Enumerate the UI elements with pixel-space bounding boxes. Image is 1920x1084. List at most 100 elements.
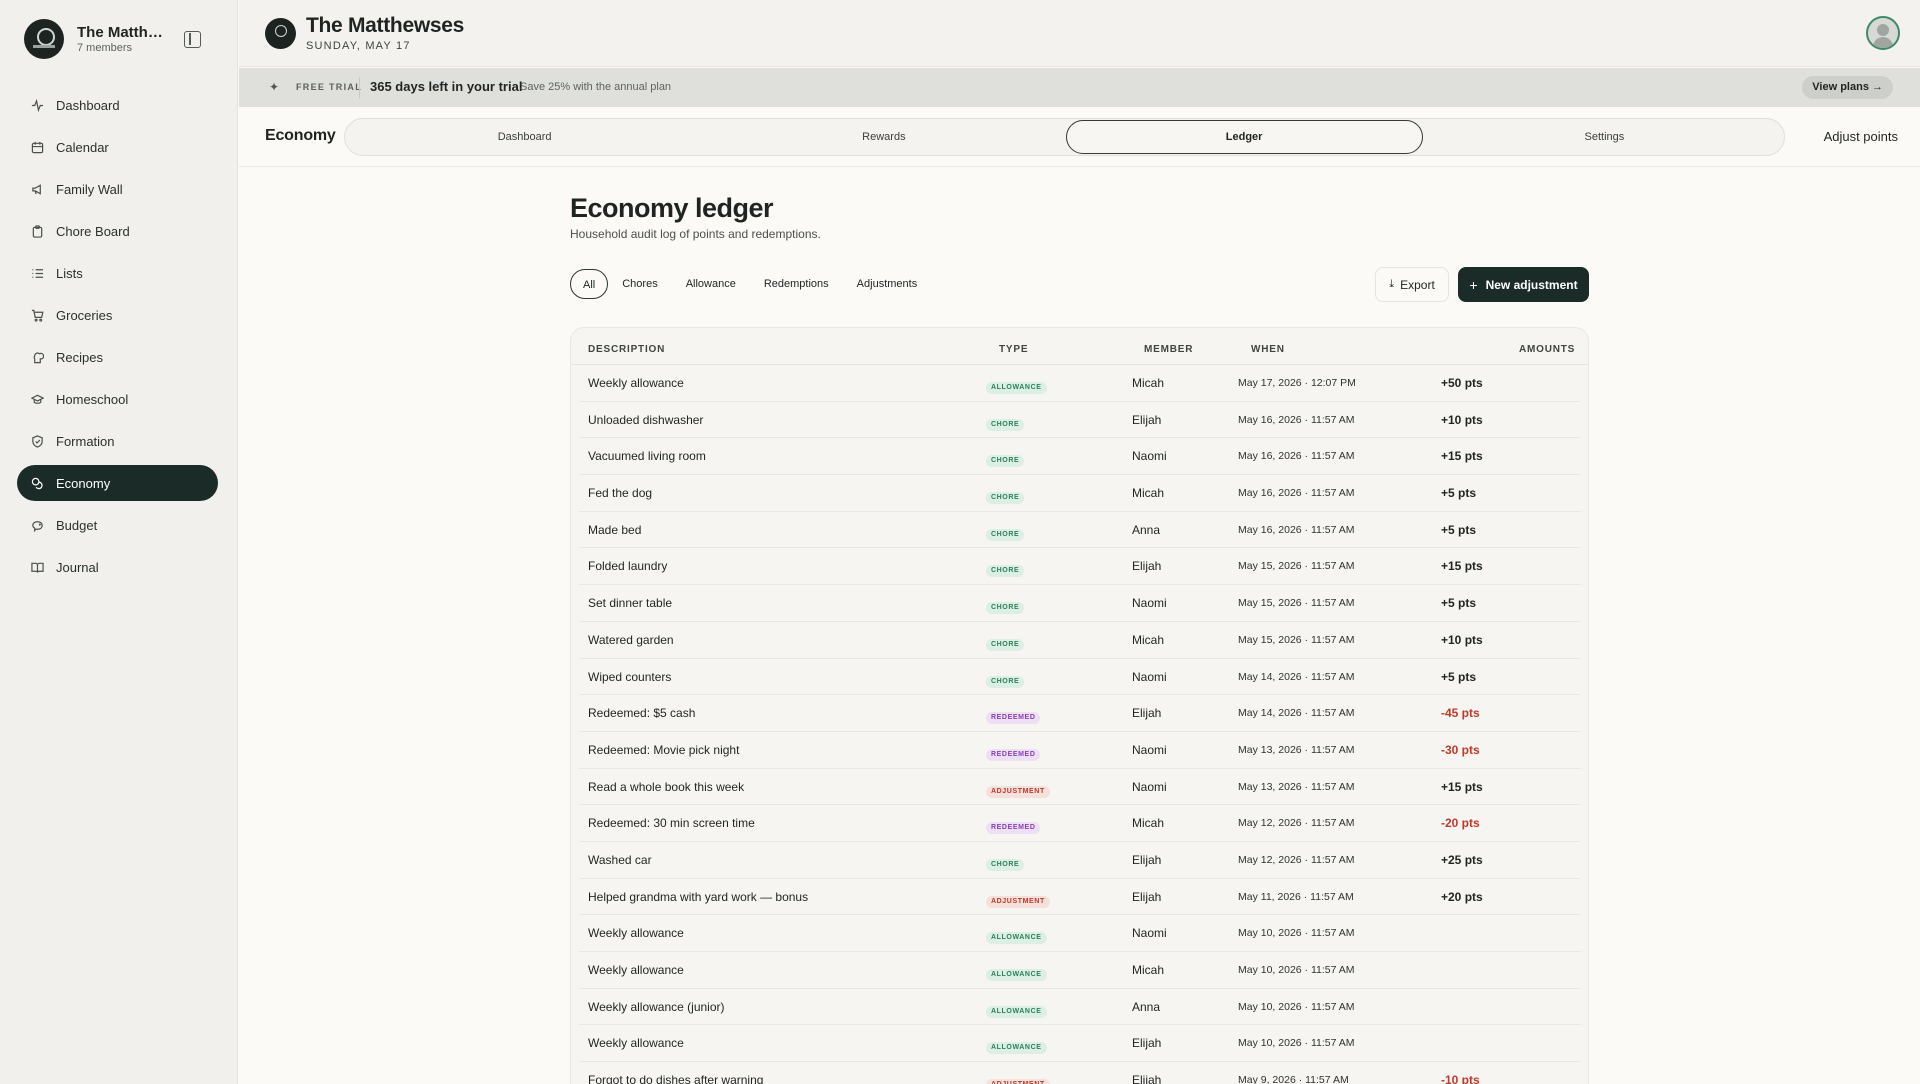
sidebar-item-homeschool[interactable]: Homeschool [17, 381, 218, 417]
row-when: May 10, 2026 · 11:57 AM [1238, 964, 1355, 976]
sidebar-item-calendar[interactable]: Calendar [17, 129, 218, 165]
sidebar-item-label: Journal [56, 559, 99, 575]
row-when: May 16, 2026 · 11:57 AM [1238, 523, 1355, 536]
table-row[interactable]: Forgot to do dishes after warning ADJUSTM… [579, 1062, 1580, 1084]
row-amount: +20 pts [1441, 889, 1483, 904]
sidebar-item-formation[interactable]: Formation [17, 423, 218, 459]
row-when: May 15, 2026 · 11:57 AM [1238, 633, 1355, 646]
row-amount: +5 pts [1441, 522, 1477, 537]
sidebar-item-journal[interactable]: Journal [17, 549, 218, 585]
table-row[interactable]: Weekly allowance (junior) ALLOWANCE Anna Ma… [579, 989, 1580, 1026]
col-type: TYPE [999, 344, 1029, 355]
view-plans-button[interactable]: View plans → [1802, 76, 1893, 99]
sidebar-item-dashboard[interactable]: Dashboard [17, 87, 218, 123]
table-row[interactable]: Folded laundry CHORE Elijah May 15, 2026 · … [579, 548, 1580, 586]
table-row[interactable]: Read a whole book this week ADJUSTMENT Nao… [579, 769, 1580, 806]
table-row[interactable]: Weekly allowance ALLOWANCE Micah May 17, 20… [579, 365, 1580, 402]
row-member: Elijah [1132, 889, 1162, 904]
export-button[interactable]: ⤓ Export [1375, 267, 1449, 302]
row-description: Wiped counters [588, 669, 672, 684]
row-description: Weekly allowance [588, 1036, 684, 1051]
row-amount: +10 pts [1441, 632, 1483, 647]
row-amount: +25 pts [1441, 852, 1483, 867]
row-member: Anna [1132, 999, 1161, 1014]
row-type: ADJUSTMENT [986, 782, 1050, 798]
row-when: May 15, 2026 · 11:57 AM [1238, 597, 1355, 610]
row-when: May 10, 2026 · 11:57 AM [1238, 1000, 1355, 1013]
table-row[interactable]: Weekly allowance ALLOWANCE Elijah May 10, 2… [579, 1025, 1580, 1063]
type-badge: CHORE [986, 638, 1025, 651]
page-subtitle: Household audit log of points and redemp… [570, 227, 821, 241]
row-description: Weekly allowance [588, 963, 684, 977]
sidebar-item-label: Recipes [56, 349, 103, 365]
row-member: Micah [1132, 963, 1165, 977]
row-member: Elijah [1132, 1073, 1162, 1084]
table-row[interactable]: Watered garden CHORE Micah May 15, 2026 · 1… [579, 622, 1580, 659]
sidebar-item-label: Groceries [56, 307, 113, 323]
row-amount: -10 pts [1441, 1073, 1480, 1084]
row-description: Watered garden [588, 632, 674, 647]
table-row[interactable]: Unloaded dishwasher CHORE Elijah May 16, 20… [579, 402, 1580, 439]
sparkle-icon: ✦ [269, 80, 280, 94]
calendar-icon [31, 141, 44, 154]
download-icon: ⤓ [1389, 278, 1395, 290]
row-type: CHORE [986, 415, 1025, 431]
table-row[interactable]: Washed car CHORE Elijah May 12, 2026 · 11:5… [579, 842, 1580, 879]
adjust-points-button[interactable]: Adjust points [1824, 129, 1898, 144]
tab-dashboard[interactable]: Dashboard [347, 120, 702, 154]
user-avatar[interactable] [1866, 16, 1900, 50]
table-row[interactable]: Vacuumed living room CHORE Naomi May 16, 20… [579, 438, 1580, 476]
row-type: CHORE [986, 451, 1025, 468]
row-type: ALLOWANCE [986, 1002, 1047, 1018]
filter-all[interactable]: All [570, 269, 609, 299]
sidebar-item-groceries[interactable]: Groceries [17, 297, 218, 333]
row-member: Anna [1132, 522, 1161, 537]
activity-icon [31, 98, 44, 112]
filter-allowance[interactable]: Allowance [672, 269, 750, 299]
col-member: MEMBER [1144, 344, 1194, 355]
sidebar-item-economy[interactable]: Economy [17, 465, 218, 501]
table-row[interactable]: Redeemed: Movie pick night REDEEMED Naomi M… [579, 732, 1580, 769]
row-type: REDEEMED [986, 818, 1041, 835]
sidebar-item-label: Family Wall [56, 181, 123, 197]
family-header[interactable]: The Matthewses 7 members [24, 19, 167, 59]
row-description: Washed car [588, 852, 652, 867]
row-member: Naomi [1132, 449, 1167, 464]
sidebar-item-label: Economy [56, 475, 111, 491]
row-type: CHORE [986, 598, 1025, 615]
ledger-table: DESCRIPTION TYPE MEMBER WHEN AMOUNTS Wee… [570, 327, 1589, 1084]
row-description: Weekly allowance (junior) [588, 999, 725, 1014]
family-logo [24, 19, 64, 59]
table-row[interactable]: Helped grandma with yard work — bonus ADJ… [579, 879, 1580, 916]
type-badge: CHORE [986, 492, 1025, 505]
table-row[interactable]: Redeemed: 30 min screen time REDEEMED Mica… [579, 805, 1580, 842]
row-member: Naomi [1132, 742, 1167, 757]
tab-settings[interactable]: Settings [1427, 120, 1782, 154]
table-row[interactable]: Redeemed: $5 cash REDEEMED Elijah May 14, 2… [579, 695, 1580, 732]
table-row[interactable]: Wiped counters CHORE Naomi May 14, 2026 · 1… [579, 659, 1580, 696]
sidebar-item-budget[interactable]: Budget [17, 507, 218, 543]
clipboard-icon [31, 224, 44, 238]
table-row[interactable]: Set dinner table CHORE Naomi May 15, 2026 ·… [579, 585, 1580, 622]
sidebar-item-recipes[interactable]: Recipes [17, 339, 218, 375]
table-row[interactable]: Fed the dog CHORE Micah May 16, 2026 · 11:5… [579, 475, 1580, 512]
sidebar-item-chore-board[interactable]: Chore Board [17, 213, 218, 249]
sidebar-item-family-wall[interactable]: Family Wall [17, 171, 218, 207]
table-row[interactable]: Weekly allowance ALLOWANCE Naomi May 10, 20… [579, 915, 1580, 952]
filter-chores[interactable]: Chores [608, 269, 671, 299]
new-adjustment-button[interactable]: + New adjustment [1458, 267, 1589, 302]
tab-ledger[interactable]: Ledger [1065, 120, 1423, 154]
row-description: Made bed [588, 522, 642, 537]
tab-rewards[interactable]: Rewards [706, 120, 1061, 154]
section-tabs: Dashboard Rewards Ledger Settings [344, 118, 1785, 156]
row-member: Micah [1132, 632, 1165, 647]
row-amount: +15 pts [1441, 779, 1483, 794]
sidebar-item-lists[interactable]: Lists [17, 255, 218, 291]
table-row[interactable]: Weekly allowance ALLOWANCE Micah May 10, 20… [579, 952, 1580, 989]
trial-save-note: Save 25% with the annual plan [520, 81, 672, 93]
filter-adjustments[interactable]: Adjustments [843, 269, 932, 299]
table-row[interactable]: Made bed CHORE Anna May 16, 2026 · 11:57 AM… [579, 512, 1580, 549]
collapse-sidebar-icon[interactable] [184, 31, 201, 48]
coins-icon [31, 477, 44, 490]
filter-redemptions[interactable]: Redemptions [750, 269, 843, 299]
